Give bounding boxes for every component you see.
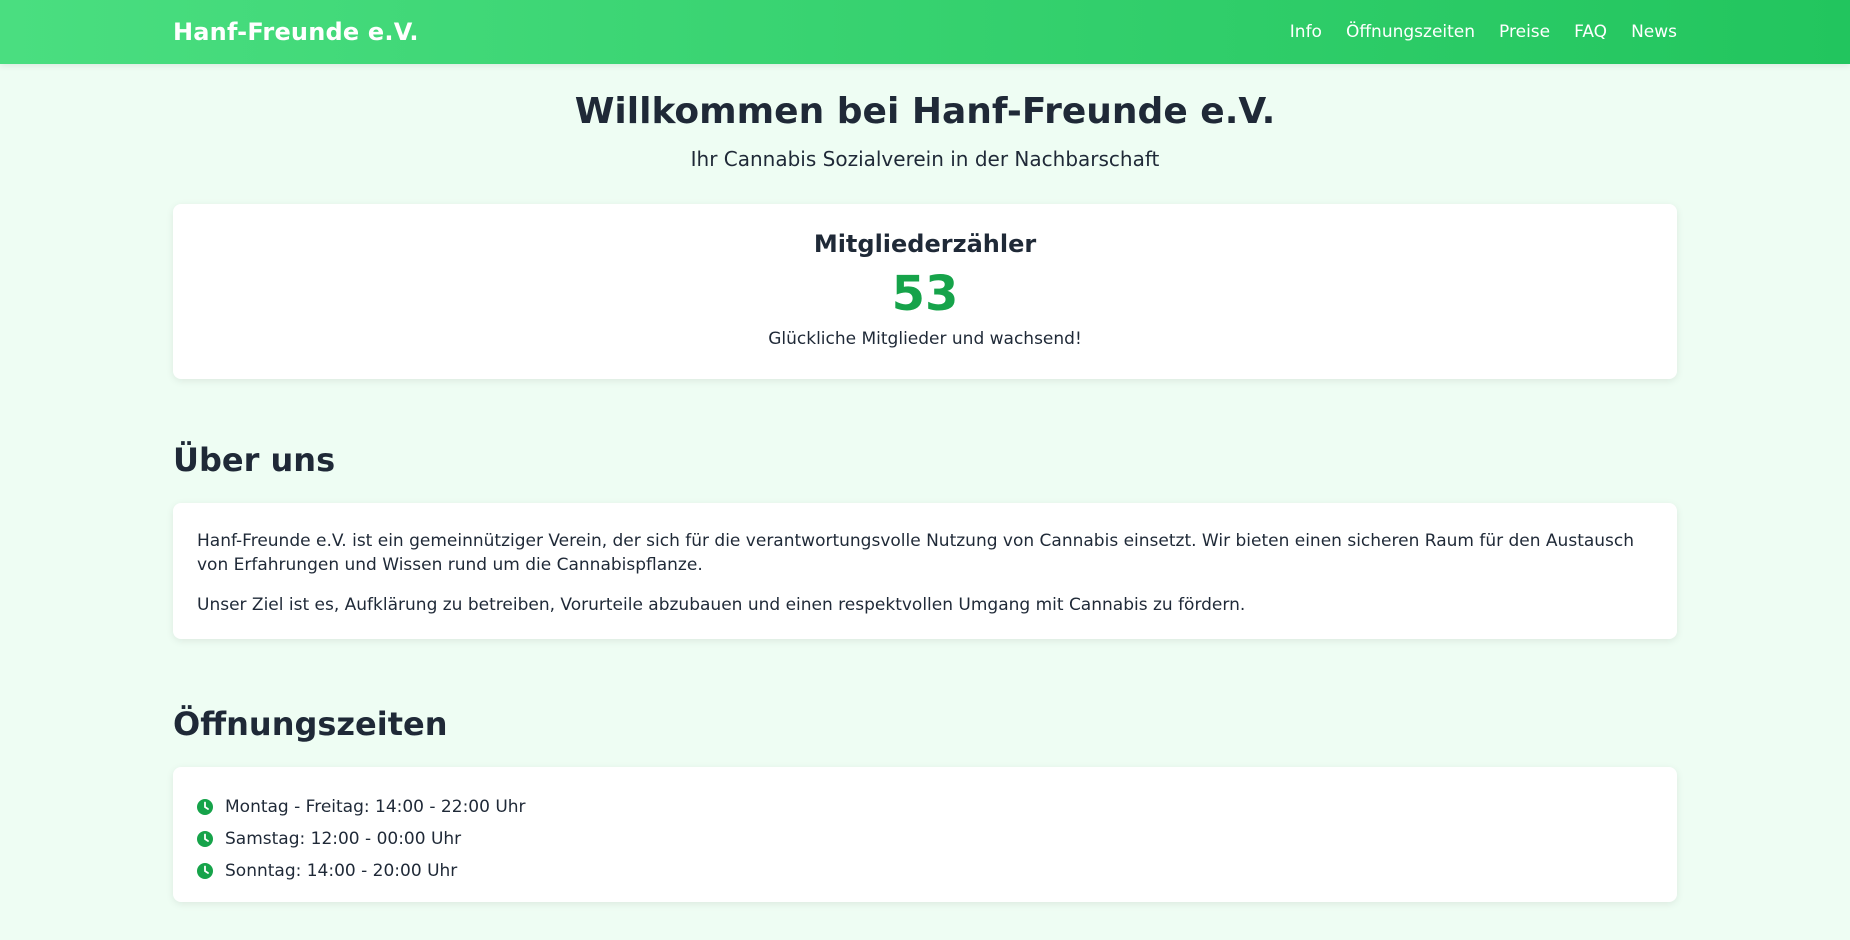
opening-hours-title: Öffnungszeiten (173, 705, 448, 744)
navbar-inner: Hanf-Freunde e.V. Info Öffnungszeiten Pr… (173, 0, 1677, 64)
opening-hours-card: Montag - Freitag: 14:00 - 22:00 Uhr Sams… (173, 767, 1677, 903)
about-card: Hanf-Freunde e.V. ist ein gemeinnütziger… (173, 503, 1677, 640)
clock-icon (197, 799, 213, 816)
nav-link-news[interactable]: News (1631, 22, 1677, 42)
hero-section: Willkommen bei Hanf-Freunde e.V. Ihr Can… (173, 64, 1677, 171)
opening-hours-item: Montag - Freitag: 14:00 - 22:00 Uhr (197, 791, 1653, 823)
about-paragraph: Hanf-Freunde e.V. ist ein gemeinnütziger… (197, 531, 1635, 576)
opening-hours-text: Samstag: 12:00 - 00:00 Uhr (225, 829, 462, 850)
member-counter-caption: Glückliche Mitglieder und wachsend! (768, 328, 1082, 349)
nav-link-faq[interactable]: FAQ (1574, 22, 1607, 42)
nav-link-preise[interactable]: Preise (1499, 22, 1550, 42)
page-subtitle: Ihr Cannabis Sozialverein in der Nachbar… (690, 147, 1160, 172)
main-nav: Info Öffnungszeiten Preise FAQ News (1290, 22, 1677, 42)
member-counter-card: Mitgliederzähler 53 Glückliche Mitgliede… (173, 204, 1677, 380)
about-section-title: Über uns (173, 441, 336, 480)
page-title: Willkommen bei Hanf-Freunde e.V. (574, 91, 1276, 132)
clock-icon (197, 863, 213, 880)
main-content: Willkommen bei Hanf-Freunde e.V. Ihr Can… (173, 64, 1677, 903)
about-paragraph: Unser Ziel ist es, Aufklärung zu betreib… (197, 595, 1246, 616)
opening-hours-item: Samstag: 12:00 - 00:00 Uhr (197, 823, 1653, 855)
nav-link-info[interactable]: Info (1290, 22, 1322, 42)
nav-link-oeffnungszeiten[interactable]: Öffnungszeiten (1346, 22, 1475, 42)
opening-hours-list: Montag - Freitag: 14:00 - 22:00 Uhr Sams… (197, 791, 1653, 887)
opening-hours-text: Sonntag: 14:00 - 20:00 Uhr (225, 861, 458, 882)
member-count-value: 53 (891, 266, 959, 323)
member-counter-title: Mitgliederzähler (813, 230, 1037, 259)
brand-logo-text[interactable]: Hanf-Freunde e.V. (173, 18, 419, 46)
clock-icon (197, 831, 213, 848)
opening-hours-item: Sonntag: 14:00 - 20:00 Uhr (197, 855, 1653, 887)
opening-hours-text: Montag - Freitag: 14:00 - 22:00 Uhr (225, 797, 526, 818)
top-navbar: Hanf-Freunde e.V. Info Öffnungszeiten Pr… (0, 0, 1850, 64)
